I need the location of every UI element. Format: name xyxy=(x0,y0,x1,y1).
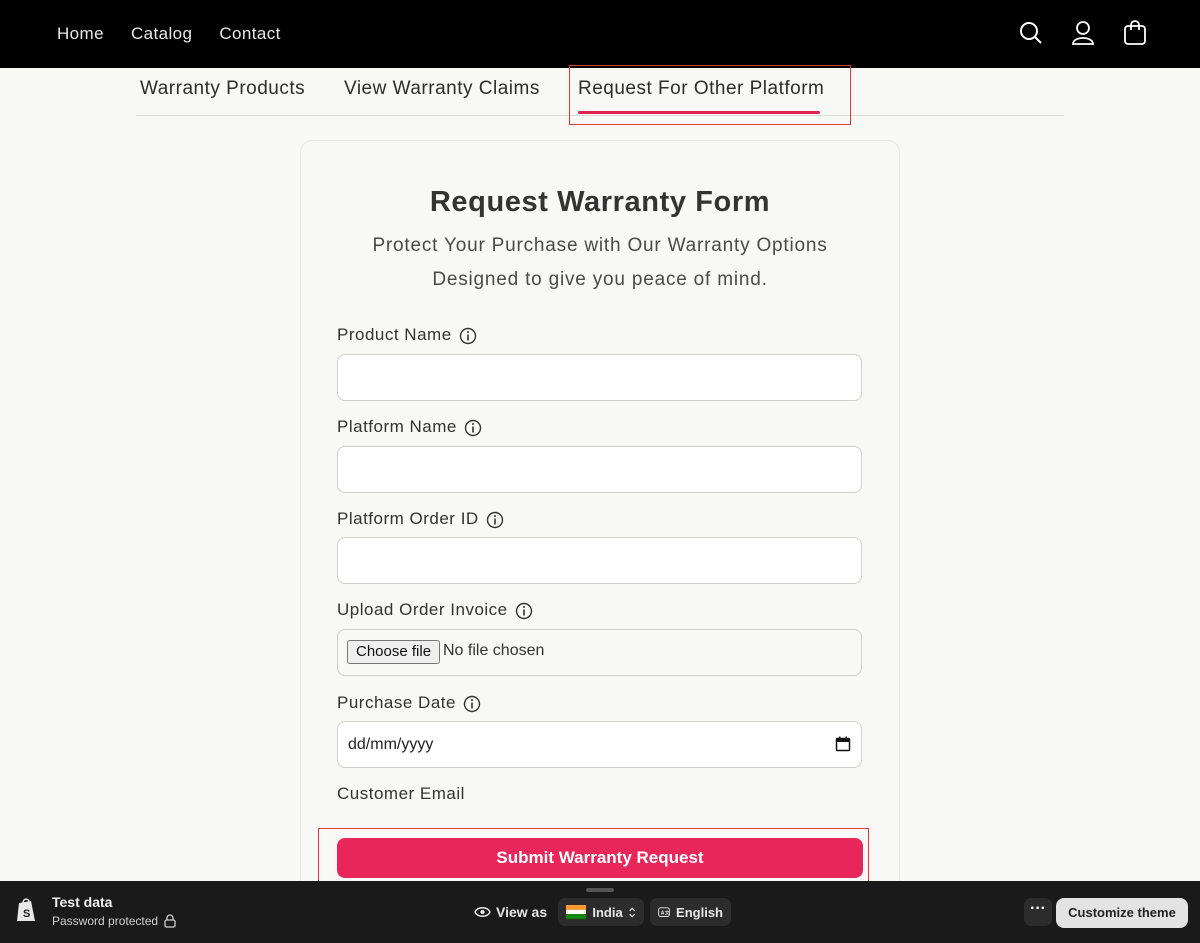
highlight-box-tab xyxy=(569,65,851,125)
store-status: Password protected xyxy=(52,914,176,928)
highlight-box-submit xyxy=(318,828,869,885)
purchase-date-label: Purchase Date xyxy=(337,693,481,713)
header-icons xyxy=(1018,18,1148,48)
translate-icon: A文 xyxy=(658,906,670,917)
customer-email-label: Customer Email xyxy=(337,784,465,803)
language-selector[interactable]: A文 English xyxy=(650,898,731,926)
search-icon[interactable] xyxy=(1018,18,1044,48)
language-label: English xyxy=(676,904,723,920)
info-icon[interactable] xyxy=(463,695,481,713)
nav-contact-link[interactable]: Contact xyxy=(219,24,280,44)
nav-catalog-link[interactable]: Catalog xyxy=(131,24,192,44)
lock-icon xyxy=(164,914,176,928)
site-header: Home Catalog Contact xyxy=(0,0,1200,68)
upload-invoice-label-text: Upload Order Invoice xyxy=(337,600,508,619)
upload-invoice-label: Upload Order Invoice xyxy=(337,600,532,620)
drag-handle[interactable] xyxy=(586,888,614,892)
platform-name-label-text: Platform Name xyxy=(337,417,457,436)
account-icon[interactable] xyxy=(1070,18,1096,48)
platform-name-input[interactable] xyxy=(337,446,862,493)
purchase-date-label-text: Purchase Date xyxy=(337,693,456,712)
shopify-logo-icon: S xyxy=(15,897,37,923)
nav-home-link[interactable]: Home xyxy=(57,24,104,44)
product-name-input[interactable] xyxy=(337,354,862,401)
info-icon[interactable] xyxy=(459,327,476,345)
more-options-button[interactable]: ··· xyxy=(1024,898,1052,926)
platform-order-id-input[interactable] xyxy=(337,537,862,584)
info-icon[interactable] xyxy=(486,511,503,529)
chevron-updown-icon xyxy=(628,907,635,917)
svg-text:S: S xyxy=(23,908,30,920)
form-subtitle-line1: Protect Your Purchase with Our Warranty … xyxy=(372,235,828,256)
platform-name-label: Platform Name xyxy=(337,417,482,437)
preview-bar: S Test data Password protected View as I… xyxy=(0,881,1200,943)
svg-text:文: 文 xyxy=(665,909,670,916)
info-icon[interactable] xyxy=(515,602,532,620)
form-subtitle-line2: Designed to give you peace of mind. xyxy=(432,269,768,290)
store-status-text: Password protected xyxy=(52,914,159,928)
tab-view-warranty-claims[interactable]: View Warranty Claims xyxy=(344,78,540,100)
india-flag-icon xyxy=(566,905,587,920)
date-placeholder: dd/mm/yyyy xyxy=(348,736,434,753)
store-name: Test data xyxy=(52,894,113,910)
tab-warranty-products[interactable]: Warranty Products xyxy=(140,78,305,100)
main-nav: Home Catalog Contact xyxy=(57,0,308,68)
platform-order-id-label-text: Platform Order ID xyxy=(337,509,479,528)
country-selector[interactable]: India xyxy=(558,898,644,926)
view-as-label: View as xyxy=(496,904,548,920)
form-title: Request Warranty Form xyxy=(429,186,771,218)
file-status-text: No file chosen xyxy=(443,642,545,659)
customize-theme-button[interactable]: Customize theme xyxy=(1056,898,1188,928)
info-icon[interactable] xyxy=(464,419,482,437)
eye-icon xyxy=(474,907,491,917)
choose-file-button[interactable]: Choose file xyxy=(347,640,441,664)
product-name-label: Product Name xyxy=(337,325,476,345)
calendar-icon[interactable] xyxy=(835,736,851,752)
country-label: India xyxy=(592,904,623,920)
view-as-control[interactable]: View as xyxy=(474,904,547,920)
cart-icon[interactable] xyxy=(1122,18,1148,48)
upload-invoice-field: Choose file No file chosen xyxy=(337,629,862,676)
product-name-label-text: Product Name xyxy=(337,325,452,344)
purchase-date-input[interactable]: dd/mm/yyyy xyxy=(337,721,862,768)
platform-order-id-label: Platform Order ID xyxy=(337,509,503,529)
